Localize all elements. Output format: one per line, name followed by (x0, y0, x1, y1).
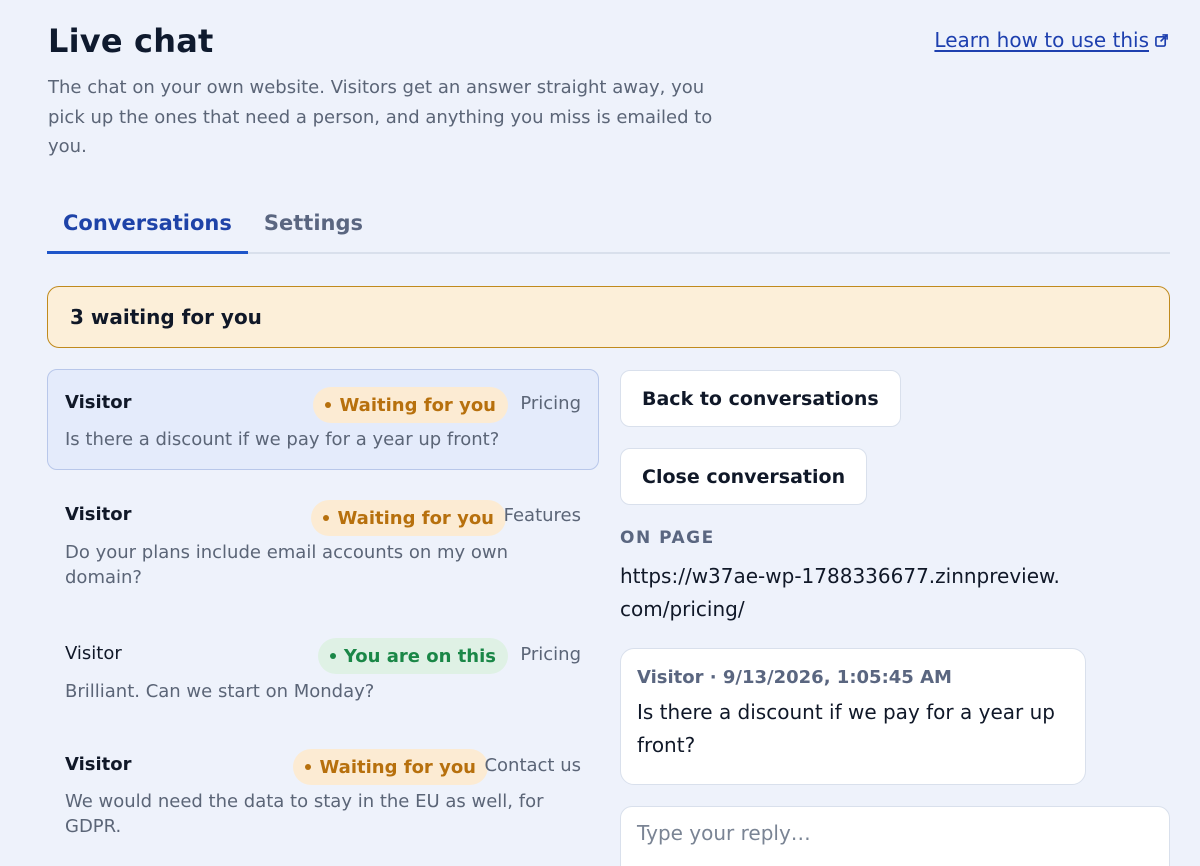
status-badge-label: Waiting for you (339, 394, 496, 416)
external-link-icon (1155, 33, 1168, 47)
message-body: Is there a discount if we pay for a year… (637, 700, 1055, 757)
conversation-list: Visitor Waiting for you Pricing Is there… (47, 369, 599, 848)
page-intro: The chat on your own website. Visitors g… (48, 77, 713, 157)
learn-how-link-label: Learn how to use this (934, 28, 1149, 52)
status-badge-label: You are on this (343, 645, 496, 667)
status-badge-label: Waiting for you (319, 756, 476, 778)
conversation-item[interactable]: Visitor Waiting for you Contact us We wo… (47, 718, 599, 848)
status-badge: You are on this (317, 638, 508, 674)
close-conversation-button[interactable]: Close conversation (620, 448, 868, 505)
reply-input[interactable] (620, 806, 1170, 866)
conversation-page: Contact us (484, 755, 581, 776)
status-dot-icon (325, 402, 332, 408)
page-title: Live chat (48, 22, 214, 60)
conversation-visitor: Visitor (65, 504, 132, 525)
learn-how-link[interactable]: Learn how to use this (934, 28, 1168, 52)
status-badge: Waiting for you (311, 500, 506, 536)
conversation-page: Pricing (520, 644, 581, 665)
conversation-visitor: Visitor (65, 392, 132, 413)
conversation-item[interactable]: Visitor Waiting for you Features Do your… (47, 480, 599, 612)
on-page-url: https://w37ae-wp-1788336677.zinnpreview.… (620, 564, 1060, 621)
status-dot-icon (323, 515, 330, 521)
conversation-page: Features (503, 505, 581, 526)
status-dot-icon (305, 764, 312, 770)
conversation-snippet: Do your plans include email accounts on … (65, 542, 509, 588)
tab-bar: Conversations Settings (47, 194, 1170, 254)
waiting-banner-text: 3 waiting for you (70, 305, 262, 329)
conversation-item[interactable]: Visitor You are on this Pricing Brillian… (47, 612, 599, 718)
message-bubble: Visitor · 9/13/2026, 1:05:45 AM Is there… (620, 648, 1086, 785)
on-page-label: ON PAGE (620, 528, 715, 548)
status-dot-icon (329, 653, 336, 659)
conversation-visitor: Visitor (65, 643, 122, 664)
conversation-snippet: Brilliant. Can we start on Monday? (65, 681, 375, 702)
conversation-snippet: We would need the data to stay in the EU… (65, 791, 544, 837)
conversation-snippet: Is there a discount if we pay for a year… (65, 429, 500, 450)
conversation-page: Pricing (520, 393, 581, 414)
conversation-visitor: Visitor (65, 754, 132, 775)
status-badge: Waiting for you (293, 749, 488, 785)
message-meta: Visitor · 9/13/2026, 1:05:45 AM (637, 667, 952, 688)
status-badge-label: Waiting for you (337, 507, 494, 529)
tab-settings[interactable]: Settings (248, 194, 379, 252)
back-to-conversations-button[interactable]: Back to conversations (620, 370, 901, 427)
status-badge: Waiting for you (313, 387, 508, 423)
waiting-banner: 3 waiting for you (47, 286, 1170, 348)
conversation-item[interactable]: Visitor Waiting for you Pricing Is there… (47, 369, 599, 470)
tab-conversations[interactable]: Conversations (47, 194, 248, 254)
